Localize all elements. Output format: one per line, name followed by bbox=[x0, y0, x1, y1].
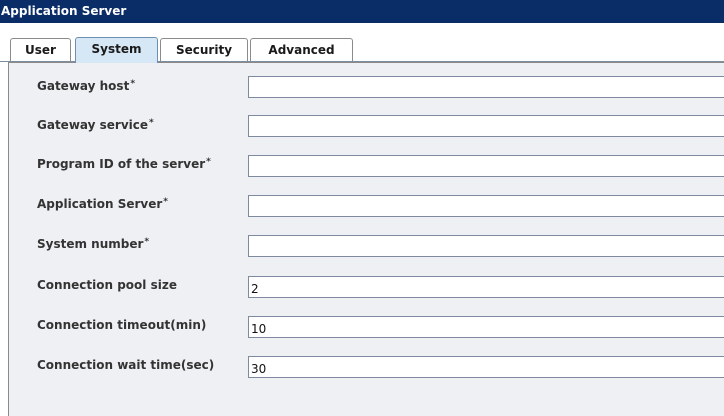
connection-pool-size-input[interactable] bbox=[248, 276, 724, 298]
system-number-input[interactable] bbox=[248, 235, 724, 257]
gateway-service-label: Gateway service* bbox=[37, 118, 154, 132]
gateway-host-label: Gateway host* bbox=[37, 79, 136, 93]
tab-advanced[interactable]: Advanced bbox=[250, 38, 353, 62]
tab-security[interactable]: Security bbox=[160, 38, 248, 62]
connection-wait-time-label: Connection wait time(sec) bbox=[37, 358, 215, 372]
application-server-label: Application Server* bbox=[37, 197, 169, 211]
gateway-host-input[interactable] bbox=[248, 76, 724, 98]
tab-strip: User System Security Advanced bbox=[0, 23, 724, 65]
window-title: Application Server bbox=[0, 0, 724, 23]
required-marker: * bbox=[144, 237, 150, 247]
tab-system[interactable]: System bbox=[75, 37, 158, 63]
required-marker: * bbox=[149, 118, 154, 128]
program-id-label: Program ID of the server* bbox=[37, 157, 211, 171]
tab-user[interactable]: User bbox=[10, 38, 71, 62]
application-server-input[interactable] bbox=[248, 195, 724, 217]
required-marker: * bbox=[206, 157, 211, 167]
program-id-input[interactable] bbox=[248, 155, 724, 177]
system-number-label: System number* bbox=[37, 237, 150, 251]
gateway-service-input[interactable] bbox=[248, 115, 724, 137]
required-marker: * bbox=[130, 79, 136, 89]
required-marker: * bbox=[163, 197, 169, 207]
connection-timeout-input[interactable] bbox=[248, 316, 724, 338]
connection-wait-time-input[interactable] bbox=[248, 356, 724, 378]
connection-timeout-label: Connection timeout(min) bbox=[37, 318, 207, 332]
connection-pool-size-label: Connection pool size bbox=[37, 278, 177, 292]
